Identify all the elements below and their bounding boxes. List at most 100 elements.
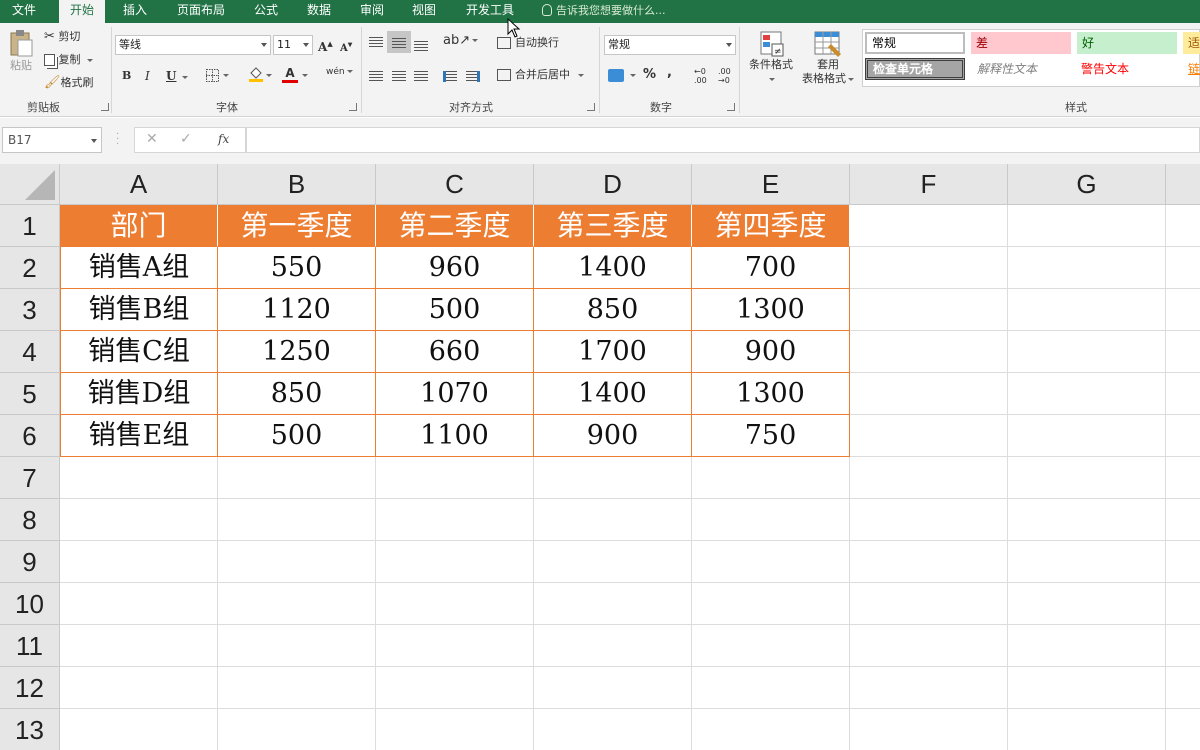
row-header[interactable]: 6: [0, 415, 60, 457]
empty-cell[interactable]: [1008, 289, 1166, 331]
empty-cell[interactable]: [1008, 247, 1166, 289]
style-normal[interactable]: 常规: [865, 32, 965, 54]
style-linked-cell[interactable]: 链: [1183, 58, 1200, 80]
table-header-cell[interactable]: 第四季度: [692, 205, 850, 247]
row-header[interactable]: 1: [0, 205, 60, 247]
number-launcher-icon[interactable]: [727, 103, 735, 111]
empty-cell[interactable]: [60, 709, 218, 750]
empty-cell[interactable]: [218, 583, 376, 625]
row-header[interactable]: 12: [0, 667, 60, 709]
empty-cell[interactable]: [218, 541, 376, 583]
tab-page-layout[interactable]: 页面布局: [177, 0, 225, 23]
column-header-e[interactable]: E: [692, 164, 850, 205]
empty-cell[interactable]: [60, 499, 218, 541]
font-name-select[interactable]: 等线: [115, 35, 271, 55]
table-cell[interactable]: 1300: [692, 373, 850, 415]
empty-cell[interactable]: [534, 709, 692, 750]
empty-cell[interactable]: [692, 709, 850, 750]
font-launcher-icon[interactable]: [349, 103, 357, 111]
bold-button[interactable]: B: [122, 69, 131, 83]
empty-cell[interactable]: [850, 541, 1008, 583]
tell-me-search[interactable]: 告诉我您想要做什么...: [542, 0, 666, 23]
table-cell[interactable]: 1400: [534, 247, 692, 289]
decrease-indent-button[interactable]: [443, 69, 457, 83]
column-header-a[interactable]: A: [60, 164, 218, 205]
empty-cell[interactable]: [1166, 415, 1200, 457]
empty-cell[interactable]: [1166, 205, 1200, 247]
empty-cell[interactable]: [376, 583, 534, 625]
empty-cell[interactable]: [1166, 583, 1200, 625]
table-cell[interactable]: 销售C组: [60, 331, 218, 373]
number-format-select[interactable]: 常规: [604, 35, 736, 55]
empty-cell[interactable]: [692, 667, 850, 709]
empty-cell[interactable]: [1008, 709, 1166, 750]
style-explanatory[interactable]: 解释性文本: [971, 58, 1071, 80]
table-cell[interactable]: 1100: [376, 415, 534, 457]
empty-cell[interactable]: [1008, 541, 1166, 583]
empty-cell[interactable]: [1008, 625, 1166, 667]
increase-decimal-button[interactable]: ←0.00: [694, 67, 707, 85]
empty-cell[interactable]: [850, 415, 1008, 457]
align-right-button[interactable]: [414, 69, 428, 83]
row-header[interactable]: 7: [0, 457, 60, 499]
align-bottom-button[interactable]: [414, 39, 428, 53]
empty-cell[interactable]: [850, 709, 1008, 750]
empty-cell[interactable]: [376, 625, 534, 667]
empty-cell[interactable]: [850, 331, 1008, 373]
empty-cell[interactable]: [376, 541, 534, 583]
increase-font-button[interactable]: A▲: [318, 37, 333, 55]
phonetic-button[interactable]: wén: [326, 65, 353, 79]
empty-cell[interactable]: [534, 667, 692, 709]
italic-button[interactable]: I: [145, 69, 150, 84]
tab-view[interactable]: 视图: [412, 0, 436, 23]
row-header[interactable]: 3: [0, 289, 60, 331]
empty-cell[interactable]: [218, 709, 376, 750]
empty-cell[interactable]: [1166, 625, 1200, 667]
table-header-cell[interactable]: 第二季度: [376, 205, 534, 247]
row-header[interactable]: 9: [0, 541, 60, 583]
empty-cell[interactable]: [1008, 331, 1166, 373]
empty-cell[interactable]: [1166, 541, 1200, 583]
empty-cell[interactable]: [60, 583, 218, 625]
empty-cell[interactable]: [1166, 457, 1200, 499]
alignment-launcher-icon[interactable]: [587, 103, 595, 111]
style-warning[interactable]: 警告文本: [1077, 58, 1177, 80]
row-header[interactable]: 4: [0, 331, 60, 373]
table-cell[interactable]: 500: [218, 415, 376, 457]
empty-cell[interactable]: [850, 667, 1008, 709]
clipboard-launcher-icon[interactable]: [101, 103, 109, 111]
empty-cell[interactable]: [534, 625, 692, 667]
font-size-select[interactable]: 11: [273, 35, 313, 55]
table-header-cell[interactable]: 第一季度: [218, 205, 376, 247]
empty-cell[interactable]: [1166, 373, 1200, 415]
table-cell[interactable]: 1250: [218, 331, 376, 373]
select-all-button[interactable]: [0, 164, 60, 205]
row-header[interactable]: 10: [0, 583, 60, 625]
table-cell[interactable]: 销售B组: [60, 289, 218, 331]
tab-insert[interactable]: 插入: [123, 0, 147, 23]
table-cell[interactable]: 销售E组: [60, 415, 218, 457]
table-cell[interactable]: 960: [376, 247, 534, 289]
column-header-g[interactable]: G: [1008, 164, 1166, 205]
increase-indent-button[interactable]: [466, 69, 480, 83]
empty-cell[interactable]: [692, 583, 850, 625]
column-header-b[interactable]: B: [218, 164, 376, 205]
table-cell[interactable]: 850: [534, 289, 692, 331]
tab-file[interactable]: 文件: [12, 0, 36, 23]
empty-cell[interactable]: [60, 625, 218, 667]
empty-cell[interactable]: [376, 499, 534, 541]
table-cell[interactable]: 660: [376, 331, 534, 373]
empty-cell[interactable]: [1008, 667, 1166, 709]
row-header[interactable]: 13: [0, 709, 60, 750]
empty-cell[interactable]: [534, 583, 692, 625]
percent-button[interactable]: %: [643, 68, 656, 82]
empty-cell[interactable]: [1166, 289, 1200, 331]
table-cell[interactable]: 850: [218, 373, 376, 415]
empty-cell[interactable]: [850, 373, 1008, 415]
row-header[interactable]: 2: [0, 247, 60, 289]
empty-cell[interactable]: [1166, 247, 1200, 289]
empty-cell[interactable]: [850, 247, 1008, 289]
insert-function-icon[interactable]: fx: [218, 132, 229, 146]
empty-cell[interactable]: [1008, 457, 1166, 499]
table-cell[interactable]: 1700: [534, 331, 692, 373]
